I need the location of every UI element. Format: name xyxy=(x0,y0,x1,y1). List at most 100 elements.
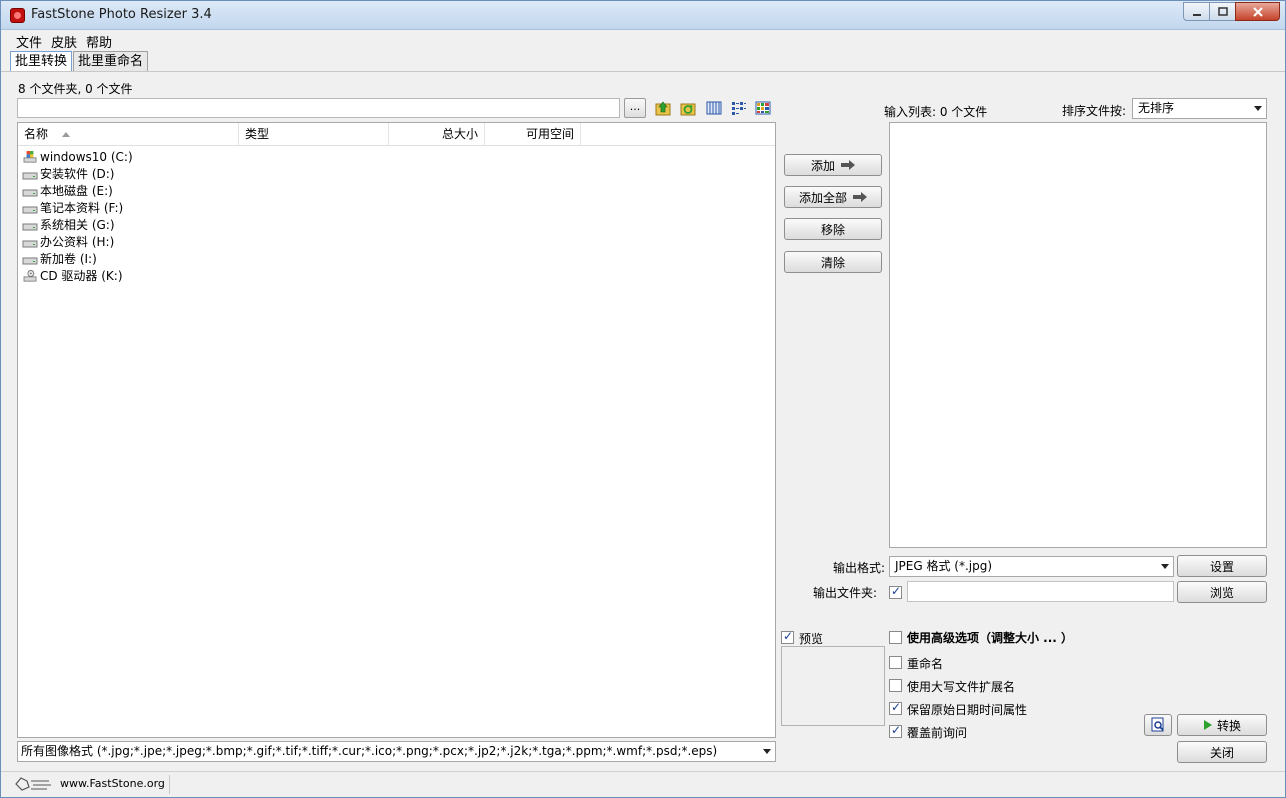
folder-file-count: 8 个文件夹, 0 个文件 xyxy=(18,82,133,96)
advanced-options-label[interactable]: 使用高级选项（调整大小 ... ） xyxy=(907,629,1073,646)
file-browser-panel[interactable]: 名称 类型 总大小 可用空间 windows10 (C:) 安装软件 (D:) … xyxy=(17,122,776,738)
window-controls xyxy=(1183,2,1280,22)
drive-icon xyxy=(22,206,38,213)
drive-icon xyxy=(22,223,38,230)
uppercase-extension-label: 使用大写文件扩展名 xyxy=(907,680,1016,694)
minimize-icon xyxy=(1192,13,1201,16)
website-link[interactable]: www.FastStone.org xyxy=(60,777,165,790)
drive-item[interactable]: windows10 (C:) xyxy=(22,148,133,165)
output-folder-label: 输出文件夹: xyxy=(813,586,878,600)
drive-item[interactable]: 新加卷 (I:) xyxy=(22,250,97,267)
remove-button[interactable]: 移除 xyxy=(784,218,882,240)
menu-bar: 文件 皮肤 帮助 xyxy=(1,30,1285,51)
drive-item[interactable]: CD 驱动器 (K:) xyxy=(22,267,123,284)
drive-label: 安装软件 (D:) xyxy=(40,167,115,181)
path-input[interactable] xyxy=(17,98,620,118)
status-divider xyxy=(169,775,170,794)
add-all-button[interactable]: 添加全部 xyxy=(784,186,882,208)
close-button[interactable]: 关闭 xyxy=(1177,741,1267,763)
window-title: FastStone Photo Resizer 3.4 xyxy=(31,7,212,22)
arrow-right-icon xyxy=(853,192,867,202)
preview-checkbox[interactable] xyxy=(781,629,794,644)
maximize-button[interactable] xyxy=(1209,2,1236,21)
output-format-select[interactable]: JPEG 格式 (*.jpg) xyxy=(889,556,1174,577)
column-name[interactable]: 名称 xyxy=(18,123,239,146)
tab-batch-rename[interactable]: 批里重命名 xyxy=(73,51,149,71)
uppercase-extension-checkbox[interactable] xyxy=(889,679,902,692)
preview-label: 预览 xyxy=(799,632,824,646)
menu-skin[interactable]: 皮肤 xyxy=(51,32,77,51)
drive-icon xyxy=(22,240,38,247)
column-header: 名称 类型 总大小 可用空间 xyxy=(18,123,775,146)
advanced-options-checkbox[interactable] xyxy=(889,631,902,644)
cd-drive-icon xyxy=(23,269,37,282)
drive-icon xyxy=(22,257,38,264)
chevron-down-icon xyxy=(1254,106,1262,111)
clear-button[interactable]: 清除 xyxy=(784,251,882,273)
view-list-icon[interactable] xyxy=(731,100,747,116)
status-bar: www.FastStone.org xyxy=(1,771,1285,797)
ask-overwrite-label: 覆盖前询问 xyxy=(907,726,968,740)
settings-button[interactable]: 设置 xyxy=(1177,555,1267,577)
drive-item[interactable]: 办公资料 (H:) xyxy=(22,233,114,250)
drive-label: 办公资料 (H:) xyxy=(40,235,115,249)
app-logo-icon xyxy=(10,8,25,23)
menu-file[interactable]: 文件 xyxy=(16,32,42,51)
convert-button[interactable]: 转换 xyxy=(1177,714,1267,736)
folder-up-icon[interactable] xyxy=(655,100,671,116)
system-drive-icon xyxy=(23,150,37,163)
rename-checkbox[interactable] xyxy=(889,656,902,669)
drive-label: windows10 (C:) xyxy=(40,149,133,164)
drive-item[interactable]: 安装软件 (D:) xyxy=(22,165,114,182)
sort-select[interactable]: 无排序 xyxy=(1132,98,1267,119)
view-details-icon[interactable] xyxy=(755,100,771,116)
keep-date-label: 保留原始日期时间属性 xyxy=(907,703,1028,717)
browse-button[interactable]: 浏览 xyxy=(1177,581,1267,603)
title-bar[interactable]: FastStone Photo Resizer 3.4 xyxy=(1,1,1285,30)
column-free-space[interactable]: 可用空间 xyxy=(485,123,581,146)
drive-label: 本地磁盘 (E:) xyxy=(40,184,113,198)
output-folder-checkbox[interactable] xyxy=(889,584,902,599)
keep-date-checkbox[interactable] xyxy=(889,700,902,715)
play-icon xyxy=(1203,720,1212,730)
app-window: FastStone Photo Resizer 3.4 文件 皮肤 帮助 批里转… xyxy=(0,0,1286,798)
rename-label: 重命名 xyxy=(907,657,944,671)
input-file-list[interactable] xyxy=(889,122,1267,548)
close-window-button[interactable] xyxy=(1235,2,1280,21)
chevron-down-icon xyxy=(1161,564,1169,569)
output-folder-input[interactable] xyxy=(907,581,1174,602)
view-thumbnails-icon[interactable] xyxy=(706,100,722,116)
minimize-button[interactable] xyxy=(1183,2,1210,21)
tab-batch-convert[interactable]: 批里转换 xyxy=(10,51,73,71)
chevron-down-icon xyxy=(763,749,771,754)
output-format-label: 输出格式: xyxy=(833,561,886,575)
column-type[interactable]: 类型 xyxy=(239,123,389,146)
sort-by-label: 排序文件按: xyxy=(1062,104,1127,118)
drive-label: 系统相关 (G:) xyxy=(40,218,115,232)
menu-help[interactable]: 帮助 xyxy=(86,32,112,51)
input-list-label: 输入列表: 0 个文件 xyxy=(884,105,988,119)
arrow-right-icon xyxy=(841,160,855,170)
drive-label: CD 驱动器 (K:) xyxy=(40,269,123,283)
file-type-filter-select[interactable]: 所有图像格式 (*.jpg;*.jpe;*.jpeg;*.bmp;*.gif;*… xyxy=(17,741,776,762)
drive-item[interactable]: 笔记本资料 (F:) xyxy=(22,199,123,216)
close-icon xyxy=(1252,6,1263,17)
drive-icon xyxy=(22,172,38,179)
drive-label: 新加卷 (I:) xyxy=(40,252,97,266)
ask-overwrite-checkbox[interactable] xyxy=(889,723,902,738)
drive-item[interactable]: 系统相关 (G:) xyxy=(22,216,115,233)
refresh-icon[interactable] xyxy=(680,100,696,116)
sort-ascending-icon xyxy=(62,132,70,137)
maximize-icon xyxy=(1217,6,1228,16)
preview-area xyxy=(781,646,885,726)
column-total-size[interactable]: 总大小 xyxy=(389,123,485,146)
faststone-logo-icon xyxy=(15,777,51,791)
add-button[interactable]: 添加 xyxy=(784,154,882,176)
drive-label: 笔记本资料 (F:) xyxy=(40,201,124,215)
tab-divider xyxy=(1,71,1285,72)
drive-icon xyxy=(22,189,38,196)
tab-bar: 批里转换 批里重命名 xyxy=(10,51,149,71)
drive-item[interactable]: 本地磁盘 (E:) xyxy=(22,182,113,199)
preview-result-button[interactable] xyxy=(1144,714,1172,736)
path-browse-button[interactable]: ... xyxy=(624,98,646,118)
